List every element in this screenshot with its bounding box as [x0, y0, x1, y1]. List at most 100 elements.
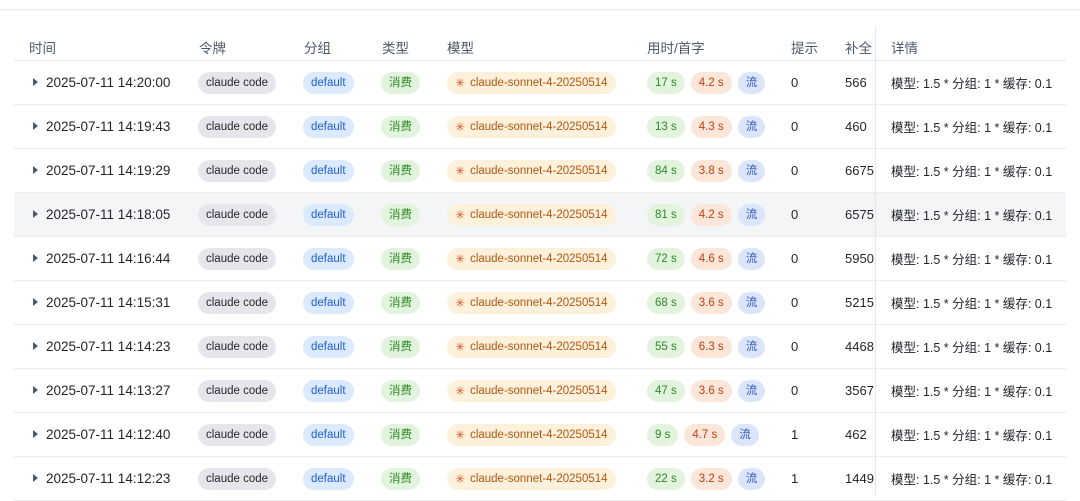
- group-badge: default: [303, 335, 354, 358]
- col-duration[interactable]: 用时/首字: [647, 37, 705, 57]
- stream-badge: 流: [737, 291, 766, 314]
- token-badge: claude code: [198, 335, 277, 358]
- col-time[interactable]: 时间: [29, 37, 56, 57]
- first-token-badge: 4.3 s: [690, 115, 732, 138]
- model-name: claude-sonnet-4-20250514: [470, 428, 608, 441]
- claude-star-icon: ✳: [455, 207, 466, 222]
- stream-badge: 流: [737, 247, 766, 270]
- claude-star-icon: ✳: [455, 471, 466, 486]
- table-row[interactable]: 2025-07-11 14:15:31 claude code default …: [14, 281, 1066, 325]
- prompt-tokens: 0: [791, 251, 799, 266]
- completion-tokens: 4468: [845, 339, 874, 354]
- model-name: claude-sonnet-4-20250514: [470, 252, 608, 265]
- table-row[interactable]: 2025-07-11 14:19:43 claude code default …: [14, 105, 1066, 149]
- completion-tokens: 6575: [845, 207, 874, 222]
- table-row[interactable]: 2025-07-11 14:12:40 claude code default …: [14, 413, 1066, 457]
- col-token[interactable]: 令牌: [199, 37, 226, 57]
- table-row[interactable]: 2025-07-11 14:13:27 claude code default …: [14, 369, 1066, 413]
- col-group[interactable]: 分组: [304, 37, 331, 57]
- row-time: 2025-07-11 14:19:43: [46, 119, 171, 134]
- prompt-tokens: 0: [791, 383, 799, 398]
- claude-star-icon: ✳: [455, 427, 466, 442]
- first-token-badge: 6.3 s: [690, 335, 732, 358]
- use-time-badge: 13 s: [647, 115, 685, 138]
- token-badge: claude code: [198, 159, 277, 182]
- completion-tokens: 6675: [845, 163, 874, 178]
- model-name: claude-sonnet-4-20250514: [470, 120, 608, 133]
- first-token-badge: 3.8 s: [690, 159, 732, 182]
- detail-text: 模型: 1.5 * 分组: 1 * 缓存: 0.1: [891, 209, 1053, 223]
- table-row[interactable]: 2025-07-11 14:16:44 claude code default …: [14, 237, 1066, 281]
- claude-star-icon: ✳: [455, 383, 466, 398]
- model-name: claude-sonnet-4-20250514: [470, 208, 608, 221]
- table-row[interactable]: 2025-07-11 14:14:23 claude code default …: [14, 325, 1066, 369]
- expand-caret-icon[interactable]: [33, 474, 38, 482]
- type-badge: 消费: [381, 247, 420, 270]
- completion-tokens: 3567: [845, 383, 874, 398]
- table-row[interactable]: 2025-07-11 14:20:00 claude code default …: [14, 61, 1066, 105]
- col-detail[interactable]: 详情: [891, 37, 918, 57]
- token-badge: claude code: [198, 203, 277, 226]
- model-badge: ✳ claude-sonnet-4-20250514: [447, 71, 616, 94]
- group-badge: default: [303, 247, 354, 270]
- stream-badge: 流: [737, 71, 766, 94]
- prompt-tokens: 0: [791, 163, 799, 178]
- fixed-column-divider: [875, 28, 876, 496]
- use-time-badge: 84 s: [647, 159, 685, 182]
- token-badge: claude code: [198, 467, 277, 490]
- detail-text: 模型: 1.5 * 分组: 1 * 缓存: 0.1: [891, 77, 1053, 91]
- expand-caret-icon[interactable]: [33, 254, 38, 262]
- first-token-badge: 3.6 s: [690, 379, 732, 402]
- use-time-badge: 68 s: [647, 291, 685, 314]
- group-badge: default: [303, 379, 354, 402]
- stream-badge: 流: [737, 335, 766, 358]
- use-time-badge: 17 s: [647, 71, 685, 94]
- claude-star-icon: ✳: [455, 75, 466, 90]
- model-name: claude-sonnet-4-20250514: [470, 164, 608, 177]
- group-badge: default: [303, 159, 354, 182]
- use-time-badge: 47 s: [647, 379, 685, 402]
- prompt-tokens: 0: [791, 119, 799, 134]
- claude-star-icon: ✳: [455, 339, 466, 354]
- col-model[interactable]: 模型: [447, 37, 474, 57]
- token-badge: claude code: [198, 379, 277, 402]
- table-row[interactable]: 2025-07-11 14:12:23 claude code default …: [14, 457, 1066, 501]
- token-badge: claude code: [198, 291, 277, 314]
- row-time: 2025-07-11 14:19:29: [46, 163, 171, 178]
- group-badge: default: [303, 203, 354, 226]
- col-prompt[interactable]: 提示: [791, 37, 818, 57]
- table-row[interactable]: 2025-07-11 14:18:05 claude code default …: [14, 193, 1066, 237]
- expand-caret-icon[interactable]: [33, 430, 38, 438]
- row-time: 2025-07-11 14:20:00: [46, 75, 171, 90]
- col-completion[interactable]: 补全: [845, 37, 872, 57]
- expand-caret-icon[interactable]: [33, 122, 38, 130]
- first-token-badge: 4.6 s: [690, 247, 732, 270]
- model-name: claude-sonnet-4-20250514: [470, 384, 608, 397]
- use-time-badge: 9 s: [647, 423, 679, 446]
- expand-caret-icon[interactable]: [33, 78, 38, 86]
- col-type[interactable]: 类型: [382, 37, 409, 57]
- row-time: 2025-07-11 14:12:23: [46, 471, 171, 486]
- model-badge: ✳ claude-sonnet-4-20250514: [447, 159, 616, 182]
- type-badge: 消费: [381, 203, 420, 226]
- detail-text: 模型: 1.5 * 分组: 1 * 缓存: 0.1: [891, 473, 1053, 487]
- detail-text: 模型: 1.5 * 分组: 1 * 缓存: 0.1: [891, 297, 1053, 311]
- completion-tokens: 1449: [845, 471, 874, 486]
- claude-star-icon: ✳: [455, 163, 466, 178]
- expand-caret-icon[interactable]: [33, 342, 38, 350]
- row-time: 2025-07-11 14:13:27: [46, 383, 171, 398]
- expand-caret-icon[interactable]: [33, 166, 38, 174]
- prompt-tokens: 0: [791, 339, 799, 354]
- claude-star-icon: ✳: [455, 295, 466, 310]
- group-badge: default: [303, 71, 354, 94]
- expand-caret-icon[interactable]: [33, 298, 38, 306]
- detail-text: 模型: 1.5 * 分组: 1 * 缓存: 0.1: [891, 253, 1053, 267]
- expand-caret-icon[interactable]: [33, 386, 38, 394]
- use-time-badge: 55 s: [647, 335, 685, 358]
- table-row[interactable]: 2025-07-11 14:19:29 claude code default …: [14, 149, 1066, 193]
- claude-star-icon: ✳: [455, 251, 466, 266]
- model-name: claude-sonnet-4-20250514: [470, 76, 608, 89]
- expand-caret-icon[interactable]: [33, 210, 38, 218]
- stream-badge: 流: [737, 203, 766, 226]
- model-badge: ✳ claude-sonnet-4-20250514: [447, 115, 616, 138]
